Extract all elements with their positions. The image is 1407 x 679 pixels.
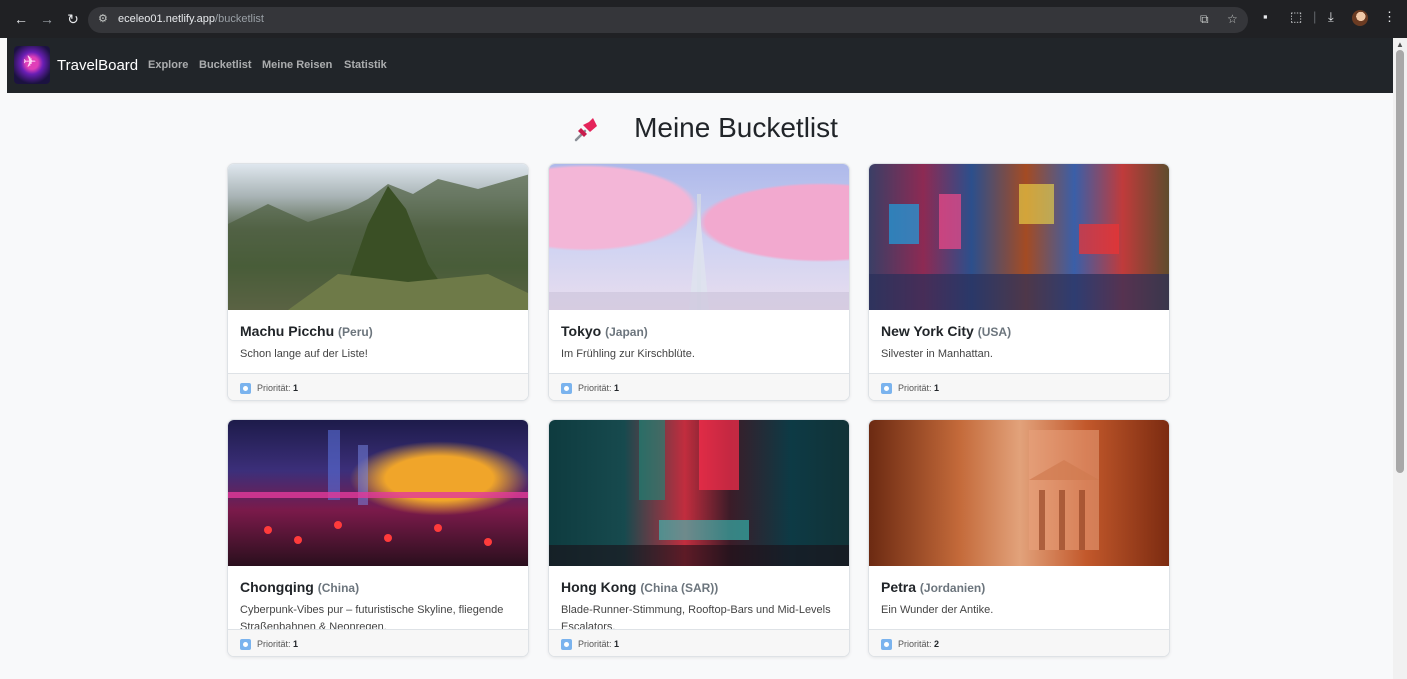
- priority-label: Priorität: 1: [257, 639, 299, 649]
- card-title: Tokyo (Japan): [561, 323, 648, 339]
- times-square-photo: [869, 164, 1169, 310]
- globe-icon: ✈: [23, 54, 37, 71]
- travelboard-logo[interactable]: ✈: [14, 46, 50, 84]
- url-text: eceleo01.netlify.app/bucketlist: [118, 13, 264, 25]
- forward-arrow-icon[interactable]: →: [38, 10, 56, 28]
- chongqing-night-photo: [228, 420, 528, 566]
- nav-link-explore[interactable]: Explore: [148, 59, 188, 71]
- card-text: Schon lange auf der Liste!: [240, 348, 368, 360]
- priority-label: Priorität: 1: [578, 639, 620, 649]
- card-title: Chongqing (China): [240, 579, 360, 595]
- translate-icon[interactable]: ⧉: [1200, 12, 1209, 27]
- extensions-icon[interactable]: ⬚: [1290, 9, 1302, 25]
- tokyo-cherry-blossom-photo: [549, 164, 849, 310]
- bucketlist-card[interactable]: New York City (USA) Silvester in Manhatt…: [868, 163, 1170, 401]
- address-bar[interactable]: ⚙ eceleo01.netlify.app/bucketlist ⧉ ☆: [88, 7, 1248, 33]
- card-footer: Priorität: 1: [228, 629, 528, 656]
- browser-toolbar: ← → ↻ ⚙ eceleo01.netlify.app/bucketlist …: [0, 0, 1407, 38]
- hong-kong-neon-photo: [549, 420, 849, 566]
- card-footer: Priorität: 1: [549, 629, 849, 656]
- reading-list-icon[interactable]: ▪: [1263, 9, 1268, 24]
- card-title: Hong Kong (China (SAR)): [561, 579, 719, 595]
- priority-icon: [240, 639, 251, 650]
- card-text: Ein Wunder der Antike.: [881, 604, 994, 616]
- brand-name[interactable]: TravelBoard: [57, 57, 138, 74]
- nav-link-meine-reisen[interactable]: Meine Reisen: [262, 59, 332, 71]
- bookmark-star-icon[interactable]: ☆: [1227, 12, 1238, 26]
- card-text: Im Frühling zur Kirschblüte.: [561, 348, 695, 360]
- priority-icon: [240, 383, 251, 394]
- bucketlist-card[interactable]: Hong Kong (China (SAR)) Blade-Runner-Sti…: [548, 419, 850, 657]
- card-title: Petra (Jordanien): [881, 579, 986, 595]
- back-arrow-icon[interactable]: ←: [12, 10, 30, 28]
- reload-icon[interactable]: ↻: [64, 10, 82, 28]
- card-text: Silvester in Manhattan.: [881, 348, 993, 360]
- page-title: Meine Bucketlist: [634, 112, 838, 143]
- kebab-menu-icon[interactable]: ⋮: [1383, 9, 1396, 25]
- priority-icon: [881, 639, 892, 650]
- scroll-up-arrow-icon[interactable]: ▲: [1396, 40, 1404, 49]
- nav-link-bucketlist[interactable]: Bucketlist: [199, 59, 252, 71]
- card-footer: Priorität: 1: [869, 373, 1169, 400]
- priority-label: Priorität: 2: [898, 639, 940, 649]
- priority-label: Priorität: 1: [578, 383, 620, 393]
- card-footer: Priorität: 2: [869, 629, 1169, 656]
- nav-link-statistik[interactable]: Statistik: [344, 59, 387, 71]
- priority-label: Priorität: 1: [898, 383, 940, 393]
- bucketlist-card[interactable]: Chongqing (China) Cyberpunk-Vibes pur – …: [227, 419, 529, 657]
- bucketlist-card[interactable]: Petra (Jordanien) Ein Wunder der Antike.…: [868, 419, 1170, 657]
- card-footer: Priorität: 1: [549, 373, 849, 400]
- card-title: New York City (USA): [881, 323, 1012, 339]
- card-footer: Priorität: 1: [228, 373, 528, 400]
- priority-label: Priorität: 1: [257, 383, 299, 393]
- bucketlist-card[interactable]: Machu Picchu (Peru) Schon lange auf der …: [227, 163, 529, 401]
- priority-icon: [561, 639, 572, 650]
- petra-treasury-photo: [869, 420, 1169, 566]
- priority-icon: [561, 383, 572, 394]
- site-info-icon[interactable]: ⚙: [98, 12, 108, 25]
- machu-picchu-photo: [228, 164, 528, 310]
- toolbar-divider: |: [1313, 9, 1317, 24]
- download-icon[interactable]: ⤓: [1328, 9, 1334, 25]
- app-navbar: ✈ TravelBoard Explore Bucketlist Meine R…: [7, 38, 1393, 93]
- card-title: Machu Picchu (Peru): [240, 323, 373, 339]
- priority-icon: [881, 383, 892, 394]
- bucketlist-card[interactable]: Tokyo (Japan) Im Frühling zur Kirschblüt…: [548, 163, 850, 401]
- profile-avatar-icon[interactable]: [1352, 10, 1368, 26]
